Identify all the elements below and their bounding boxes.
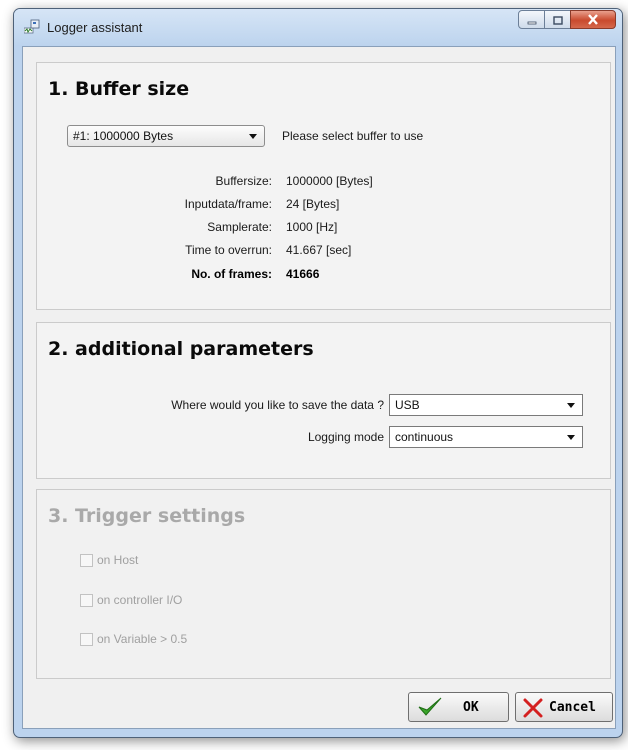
inputdata-label: Inputdata/frame: xyxy=(184,197,272,211)
buffer-select[interactable]: #1: 1000000 Bytes xyxy=(67,125,265,147)
buffer-size-section: 1. Buffer size #1: 1000000 Bytes Please … xyxy=(36,62,611,310)
cancel-button[interactable]: Cancel xyxy=(515,692,613,722)
time-to-overrun-label: Time to overrun: xyxy=(185,243,272,257)
ok-button[interactable]: OK xyxy=(408,692,509,722)
trigger-settings-heading: 3. Trigger settings xyxy=(48,505,246,527)
minimize-button[interactable] xyxy=(518,10,545,29)
chevron-down-icon xyxy=(249,134,257,139)
on-controller-io-label: on controller I/O xyxy=(97,593,183,607)
title-bar[interactable]: Logger assistant xyxy=(14,9,622,45)
chevron-down-icon xyxy=(567,435,575,440)
cancel-label: Cancel xyxy=(549,700,596,715)
buffer-select-value: #1: 1000000 Bytes xyxy=(73,129,174,143)
frames-label: No. of frames: xyxy=(191,267,272,281)
maximize-icon xyxy=(552,10,563,29)
on-variable-checkbox[interactable] xyxy=(80,633,93,646)
red-x-icon xyxy=(522,697,544,723)
chevron-down-icon xyxy=(567,403,575,408)
save-location-label: Where would you like to save the data ? xyxy=(171,398,384,412)
checkmark-icon xyxy=(416,696,444,722)
trigger-settings-section: 3. Trigger settings on Host on controlle… xyxy=(36,489,611,679)
logger-app-icon xyxy=(23,19,40,34)
inputdata-value: 24 [Bytes] xyxy=(286,197,340,211)
buffersize-label: Buffersize: xyxy=(215,174,272,188)
additional-parameters-section: 2. additional parameters Where would you… xyxy=(36,322,611,479)
minimize-icon xyxy=(527,10,537,29)
buffersize-value: 1000000 [Bytes] xyxy=(286,174,373,188)
close-button[interactable] xyxy=(570,10,616,29)
buffer-size-heading: 1. Buffer size xyxy=(48,78,190,100)
on-controller-io-checkbox[interactable] xyxy=(80,594,93,607)
window-controls xyxy=(518,10,616,29)
window-title: Logger assistant xyxy=(47,20,143,35)
on-host-checkbox[interactable] xyxy=(80,554,93,567)
time-to-overrun-value: 41.667 [sec] xyxy=(286,243,352,257)
maximize-button[interactable] xyxy=(544,10,571,29)
logging-mode-select[interactable]: continuous xyxy=(389,426,583,448)
ok-label: OK xyxy=(463,700,479,715)
save-location-value: USB xyxy=(395,398,420,412)
on-variable-label: on Variable > 0.5 xyxy=(97,632,188,646)
logger-assistant-window: Logger assistant 1. Buffer size #1: 1000… xyxy=(13,8,623,738)
samplerate-value: 1000 [Hz] xyxy=(286,220,338,234)
samplerate-label: Samplerate: xyxy=(207,220,272,234)
buffer-select-hint: Please select buffer to use xyxy=(282,129,424,143)
on-host-label: on Host xyxy=(97,553,139,567)
save-location-select[interactable]: USB xyxy=(389,394,583,416)
additional-parameters-heading: 2. additional parameters xyxy=(48,338,314,360)
dialog-client-area: 1. Buffer size #1: 1000000 Bytes Please … xyxy=(22,46,616,729)
logging-mode-value: continuous xyxy=(395,430,454,444)
logging-mode-label: Logging mode xyxy=(307,430,384,444)
close-icon xyxy=(587,10,599,29)
frames-value: 41666 xyxy=(286,267,320,281)
